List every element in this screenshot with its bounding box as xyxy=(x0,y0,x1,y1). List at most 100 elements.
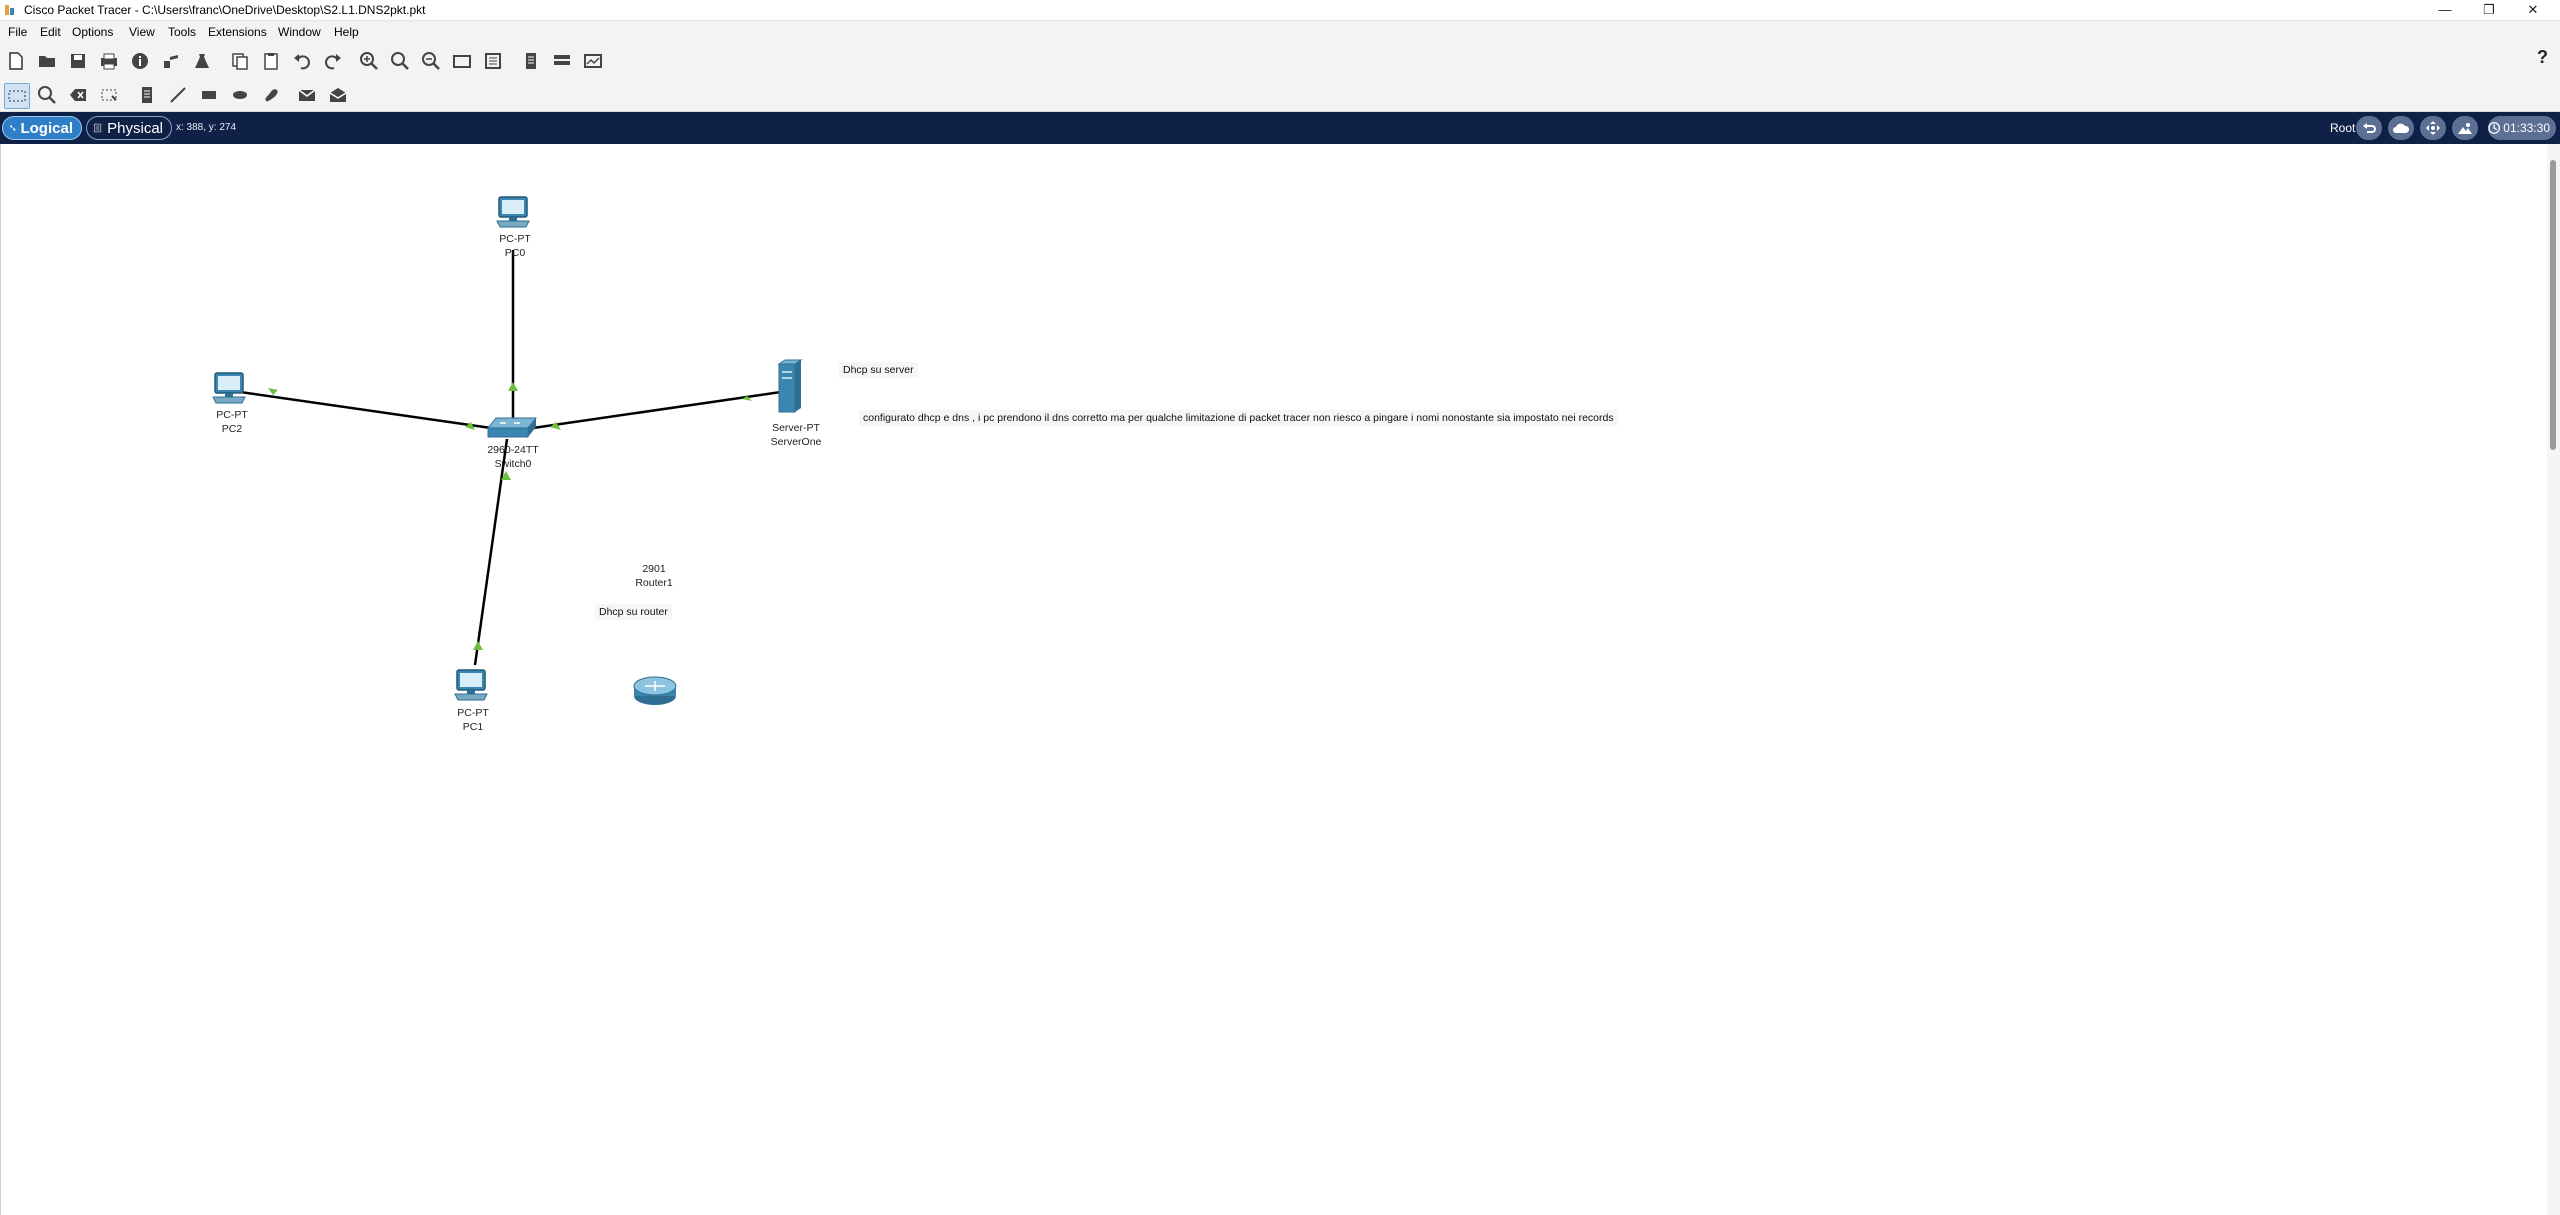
tab-logical[interactable]: Logical xyxy=(2,116,82,140)
viewport-icon[interactable] xyxy=(2452,116,2478,140)
main-toolbar xyxy=(0,43,2560,77)
menu-view[interactable]: View xyxy=(129,25,155,39)
freeform-icon[interactable] xyxy=(259,83,283,107)
root-label: Root xyxy=(2330,121,2356,135)
topology-canvas xyxy=(212,196,803,705)
server-name: ServerOne xyxy=(770,436,822,448)
new-file-icon[interactable] xyxy=(4,49,28,73)
server-icon[interactable] xyxy=(777,359,803,413)
link-switch0-pc1[interactable] xyxy=(473,438,509,666)
pc1-icon[interactable] xyxy=(454,669,488,701)
draw-ellipse-icon[interactable] xyxy=(228,83,252,107)
physical-icon xyxy=(93,123,102,133)
delete-icon[interactable] xyxy=(66,83,90,107)
zoom-out-icon[interactable] xyxy=(419,49,443,73)
link-switch0-pc2[interactable] xyxy=(232,389,492,430)
paste-icon[interactable] xyxy=(259,49,283,73)
save-icon[interactable] xyxy=(66,49,90,73)
close-icon[interactable]: ✕ xyxy=(2510,0,2556,20)
pc2-icon[interactable] xyxy=(212,372,246,404)
pc0-label: PC-PT PC0 xyxy=(499,232,531,260)
undo-icon[interactable] xyxy=(290,49,314,73)
inspect-icon[interactable] xyxy=(35,83,59,107)
minimize-icon[interactable]: — xyxy=(2422,0,2468,20)
redo-icon[interactable] xyxy=(321,49,345,73)
title-bar: Cisco Packet Tracer - C:\Users\franc\One… xyxy=(0,0,2560,21)
info-icon[interactable] xyxy=(128,49,152,73)
link-switch0-server[interactable] xyxy=(532,390,782,430)
resize-icon[interactable] xyxy=(97,83,121,107)
cluster-icon[interactable] xyxy=(550,49,574,73)
note-dhcp-router[interactable]: Dhcp su router xyxy=(595,604,672,620)
pc2-label: PC-PT PC2 xyxy=(216,408,248,436)
draw-line-icon[interactable] xyxy=(166,83,190,107)
scrollbar-thumb[interactable] xyxy=(2550,160,2556,450)
pc1-name: PC1 xyxy=(462,721,484,733)
activity-wizard-icon[interactable] xyxy=(190,49,214,73)
cloud-icon[interactable] xyxy=(2388,116,2414,140)
zoom-in-icon[interactable] xyxy=(357,49,381,73)
menu-window[interactable]: Window xyxy=(278,25,321,39)
logical-workspace[interactable]: PC-PT PC0 PC-PT PC2 PC-PT PC1 2960-24TT … xyxy=(0,144,2560,1215)
pc1-label: PC-PT PC1 xyxy=(457,706,489,734)
link-status-up xyxy=(508,382,518,391)
server-label: Server-PT ServerOne xyxy=(771,421,822,449)
tab-logical-label: Logical xyxy=(20,119,73,137)
link-status-up xyxy=(473,641,483,650)
pc0-icon[interactable] xyxy=(496,196,530,228)
note-icon[interactable] xyxy=(135,83,159,107)
clock-label: 01:33:30 xyxy=(2503,121,2550,135)
router1-label: 2901 Router1 xyxy=(635,562,672,590)
open-folder-icon[interactable] xyxy=(35,49,59,73)
complex-pdu-icon[interactable] xyxy=(326,83,350,107)
link-status-up xyxy=(268,388,278,395)
mode-bar: Logical Physical x: 388, y: 274 Root 01:… xyxy=(0,112,2560,144)
network-wizard-icon[interactable] xyxy=(159,49,183,73)
switch0-model: 2960-24TT xyxy=(487,444,539,456)
router-icon[interactable] xyxy=(633,676,677,705)
tab-physical[interactable]: Physical xyxy=(86,116,172,140)
realtime-clock[interactable]: 01:33:30 xyxy=(2488,116,2556,140)
pdu-icon[interactable] xyxy=(581,49,605,73)
menu-tools[interactable]: Tools xyxy=(168,25,196,39)
print-icon[interactable] xyxy=(97,49,121,73)
simple-pdu-icon[interactable] xyxy=(295,83,319,107)
draw-rectangle-icon[interactable] xyxy=(197,83,221,107)
select-icon[interactable] xyxy=(4,83,30,109)
zoom-reset-icon[interactable] xyxy=(388,49,412,73)
drawing-palette-icon[interactable] xyxy=(450,49,474,73)
logical-icon xyxy=(10,125,16,131)
back-icon[interactable] xyxy=(2356,116,2382,140)
restore-icon[interactable]: ❐ xyxy=(2466,0,2512,20)
switch-icon[interactable] xyxy=(486,417,538,438)
edit-toolbar xyxy=(0,77,2560,112)
pc1-model: PC-PT xyxy=(457,707,489,719)
router1-model: 2901 xyxy=(642,563,666,575)
menu-bar: File Edit Options View Tools Extensions … xyxy=(0,21,2560,43)
view-palette-icon[interactable] xyxy=(519,49,543,73)
menu-edit[interactable]: Edit xyxy=(40,25,61,39)
pc0-model: PC-PT xyxy=(499,233,531,245)
help-button[interactable]: ? xyxy=(2537,47,2548,68)
pc2-model: PC-PT xyxy=(216,409,248,421)
server-model: Server-PT xyxy=(772,422,820,434)
window-title: Cisco Packet Tracer - C:\Users\franc\One… xyxy=(24,3,426,17)
app-logo-icon xyxy=(5,5,14,15)
menu-file[interactable]: File xyxy=(8,25,27,39)
tab-physical-label: Physical xyxy=(107,119,163,137)
vertical-scrollbar[interactable] xyxy=(2547,144,2560,1215)
note-config[interactable]: configurato dhcp e dns , i pc prendono i… xyxy=(859,410,1618,426)
switch0-name: Switch0 xyxy=(494,458,532,470)
pc0-name: PC0 xyxy=(504,247,526,259)
pc2-name: PC2 xyxy=(221,423,243,435)
switch0-label: 2960-24TT Switch0 xyxy=(487,443,538,471)
move-icon[interactable] xyxy=(2420,116,2446,140)
custom-devices-icon[interactable] xyxy=(481,49,505,73)
menu-options[interactable]: Options xyxy=(72,25,113,39)
cursor-coordinates: x: 388, y: 274 xyxy=(176,122,237,133)
copy-icon[interactable] xyxy=(228,49,252,73)
menu-extensions[interactable]: Extensions xyxy=(208,25,267,39)
menu-help[interactable]: Help xyxy=(334,25,359,39)
router1-name: Router1 xyxy=(635,577,673,589)
note-dhcp-server[interactable]: Dhcp su server xyxy=(839,362,918,378)
